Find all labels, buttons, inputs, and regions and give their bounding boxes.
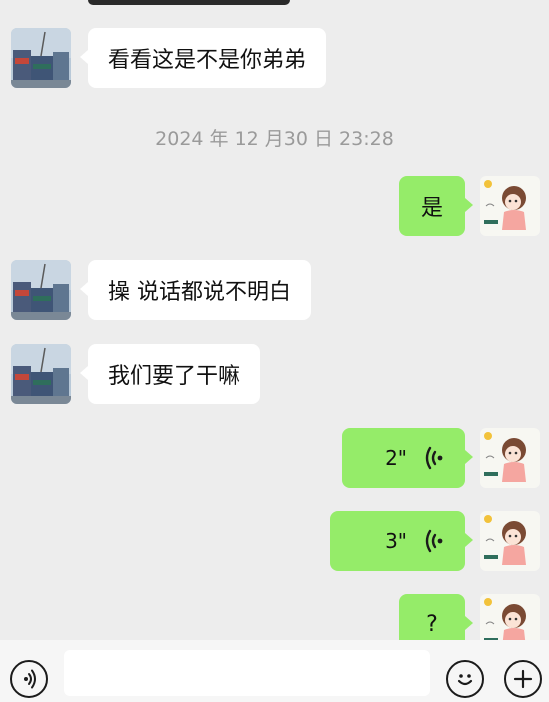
message-row-incoming: 看看这是不是你弟弟 (0, 28, 549, 88)
message-row-outgoing: 是 (0, 176, 549, 236)
message-text: 我们要了干嘛 (108, 364, 241, 389)
chat-input-bar (0, 640, 549, 702)
plus-icon[interactable] (504, 660, 542, 698)
message-row-incoming: 我们要了干嘛 (0, 344, 549, 404)
message-bubble[interactable]: 看看这是不是你弟弟 (79, 28, 327, 88)
self-avatar[interactable] (480, 176, 540, 236)
contact-avatar[interactable] (11, 260, 71, 320)
voice-duration: 3" (385, 529, 407, 553)
voice-mode-icon[interactable] (10, 660, 48, 698)
message-text: 是 (420, 196, 443, 221)
message-row-outgoing: 3" (0, 511, 549, 571)
message-text: 看看这是不是你弟弟 (108, 48, 307, 73)
contact-avatar[interactable] (11, 28, 71, 88)
self-avatar[interactable] (480, 428, 540, 488)
message-row-outgoing: 2" (0, 428, 549, 488)
chat-message-list[interactable]: 看看这是不是你弟弟 2024 年 12 月30 日 23:28 是 操 说话都说… (0, 0, 549, 654)
message-bubble[interactable]: 我们要了干嘛 (79, 344, 261, 404)
contact-avatar[interactable] (11, 344, 71, 404)
message-row-incoming: 操 说话都说不明白 (0, 260, 549, 320)
voice-duration: 2" (385, 446, 407, 470)
message-text: ? (426, 611, 438, 637)
self-avatar[interactable] (480, 511, 540, 571)
voice-message-bubble[interactable]: 3" (330, 511, 473, 571)
voice-wave-icon (425, 446, 443, 470)
message-input[interactable] (64, 650, 430, 696)
message-text: 操 说话都说不明白 (108, 280, 291, 305)
voice-message-bubble[interactable]: 2" (342, 428, 473, 488)
message-bubble[interactable]: 是 (399, 176, 473, 236)
message-bubble[interactable]: 操 说话都说不明白 (80, 260, 311, 320)
voice-wave-icon (425, 529, 443, 553)
emoji-icon[interactable] (446, 660, 484, 698)
message-timestamp: 2024 年 12 月30 日 23:28 (155, 128, 394, 150)
